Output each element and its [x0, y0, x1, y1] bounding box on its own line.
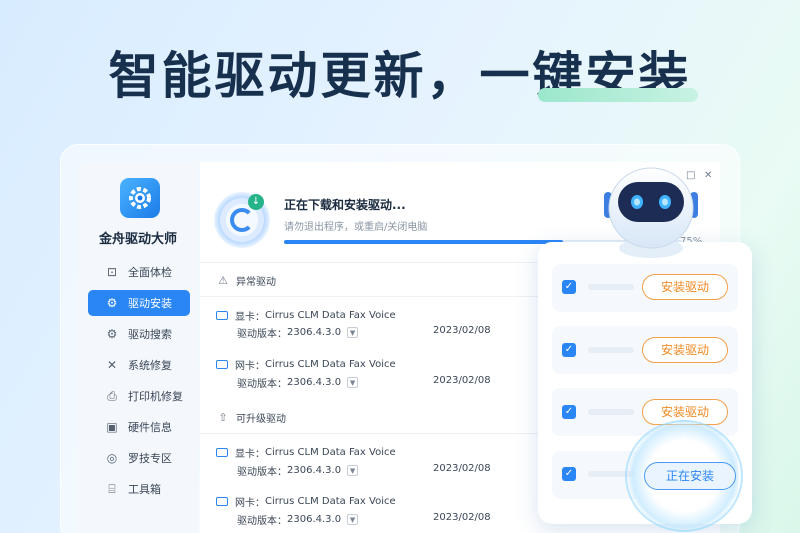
section-abnormal-drivers: ⚠ 异常驱动 [216, 273, 276, 288]
version-label: 驱动版本： [237, 329, 287, 340]
upgrade-arrow-icon: ⇧ [218, 411, 228, 424]
driver-date: 2023/02/08 [433, 512, 491, 523]
progress-fill [284, 240, 563, 244]
sidebar-item-label: 全面体检 [128, 266, 172, 279]
sidebar-item-toolbox[interactable]: ⌸ 工具箱 [88, 476, 190, 502]
printer-icon: ⎙ [107, 388, 117, 403]
driver-name: Cirrus CLM Data Fax Voice [265, 359, 396, 370]
version-label: 驱动版本： [237, 467, 287, 478]
driver-name: Cirrus CLM Data Fax Voice [265, 447, 396, 458]
checkbox-checked[interactable]: ✓ [562, 343, 576, 357]
sidebar-item-driver-search[interactable]: ⚙ 驱动搜索 [88, 321, 190, 347]
placeholder-bar [588, 409, 634, 415]
chevron-down-icon[interactable]: ▼ [347, 465, 359, 476]
driver-date: 2023/02/08 [433, 325, 491, 336]
driver-name: Cirrus CLM Data Fax Voice [265, 310, 396, 321]
driver-row-name: 显卡： Cirrus CLM Data Fax Voice [216, 445, 396, 460]
section-title: 异常驱动 [236, 277, 276, 288]
section-upgradable-drivers: ⇧ 可升级驱动 [216, 410, 286, 425]
checkbox-checked[interactable]: ✓ [562, 467, 576, 481]
network-card-icon [216, 497, 228, 506]
version-value: 2306.4.3.0 [287, 514, 342, 525]
chevron-down-icon[interactable]: ▼ [347, 377, 359, 388]
sidebar-item-label: 打印机修复 [128, 390, 183, 403]
sidebar-item-label: 驱动安装 [128, 297, 172, 310]
installing-button[interactable]: 正在安装 [644, 462, 736, 490]
gear-logo-icon [129, 187, 151, 209]
chevron-down-icon[interactable]: ▼ [347, 327, 359, 338]
placeholder-bar [588, 284, 634, 290]
driver-row-name: 网卡： Cirrus CLM Data Fax Voice [216, 357, 396, 372]
sidebar-item-full-checkup[interactable]: ⊡ 全面体检 [88, 259, 190, 285]
section-title: 可升级驱动 [236, 414, 286, 425]
sidebar-item-label: 工具箱 [128, 483, 161, 496]
driver-version-line: 驱动版本： 2306.4.3.0 ▼ [237, 375, 359, 390]
driver-type: 显卡： [235, 449, 265, 460]
sidebar-item-system-repair[interactable]: ✕ 系统修复 [88, 352, 190, 378]
sidebar-item-logitech[interactable]: ◎ 罗技专区 [88, 445, 190, 471]
monitor-icon: ⊡ [106, 265, 118, 279]
driver-type: 显卡： [235, 312, 265, 323]
download-status-icon: ↓ [214, 192, 270, 248]
graphics-card-icon [216, 311, 228, 320]
version-value: 2306.4.3.0 [287, 377, 342, 388]
search-gear-icon: ⚙ [106, 327, 118, 341]
sidebar-item-label: 硬件信息 [128, 421, 172, 434]
driver-name: Cirrus CLM Data Fax Voice [265, 496, 396, 507]
network-card-icon [216, 360, 228, 369]
driver-row-name: 显卡： Cirrus CLM Data Fax Voice [216, 308, 396, 323]
driver-type: 网卡： [235, 361, 265, 372]
sidebar-item-hardware-info[interactable]: ▣ 硬件信息 [88, 414, 190, 440]
driver-version-line: 驱动版本： 2306.4.3.0 ▼ [237, 325, 359, 340]
graphics-card-icon [216, 448, 228, 457]
placeholder-bar [588, 347, 634, 353]
download-icon: ↓ [248, 194, 264, 210]
driver-version-line: 驱动版本： 2306.4.3.0 ▼ [237, 463, 359, 478]
robot-mascot-icon [604, 167, 698, 258]
sidebar-item-label: 罗技专区 [128, 452, 172, 465]
sidebar-item-driver-install[interactable]: ⚙ 驱动安装 [88, 290, 190, 316]
checkbox-checked[interactable]: ✓ [562, 405, 576, 419]
version-value: 2306.4.3.0 [287, 327, 342, 338]
app-name: 金舟驱动大师 [98, 232, 177, 247]
sidebar-item-printer-repair[interactable]: ⎙ 打印机修复 [88, 383, 190, 409]
chevron-down-icon[interactable]: ▼ [347, 514, 359, 525]
driver-type: 网卡： [235, 498, 265, 509]
logitech-icon: ◎ [106, 451, 118, 465]
driver-row-name: 网卡： Cirrus CLM Data Fax Voice [216, 494, 396, 509]
driver-date: 2023/02/08 [433, 375, 491, 386]
headline-highlight [538, 88, 698, 102]
checkbox-checked[interactable]: ✓ [562, 280, 576, 294]
download-subtitle: 请勿退出程序，或重启/关闭电脑 [284, 222, 428, 233]
wrench-icon: ✕ [106, 358, 118, 372]
version-label: 驱动版本： [237, 516, 287, 527]
version-label: 驱动版本： [237, 379, 287, 390]
app-logo [120, 178, 160, 218]
driver-date: 2023/02/08 [433, 463, 491, 474]
driver-version-line: 驱动版本： 2306.4.3.0 ▼ [237, 512, 359, 527]
alert-icon: ⚠ [218, 274, 228, 287]
install-driver-button[interactable]: 安装驱动 [642, 274, 728, 300]
chip-icon: ▣ [106, 420, 118, 434]
sidebar-item-label: 系统修复 [128, 359, 172, 372]
gear-icon: ⚙ [106, 296, 118, 310]
install-driver-button[interactable]: 安装驱动 [642, 337, 728, 363]
download-title: 正在下载和安装驱动... [284, 198, 406, 212]
sidebar-item-label: 驱动搜索 [128, 328, 172, 341]
spinner-icon [230, 208, 254, 232]
version-value: 2306.4.3.0 [287, 465, 342, 476]
toolbox-icon: ⌸ [108, 481, 116, 496]
